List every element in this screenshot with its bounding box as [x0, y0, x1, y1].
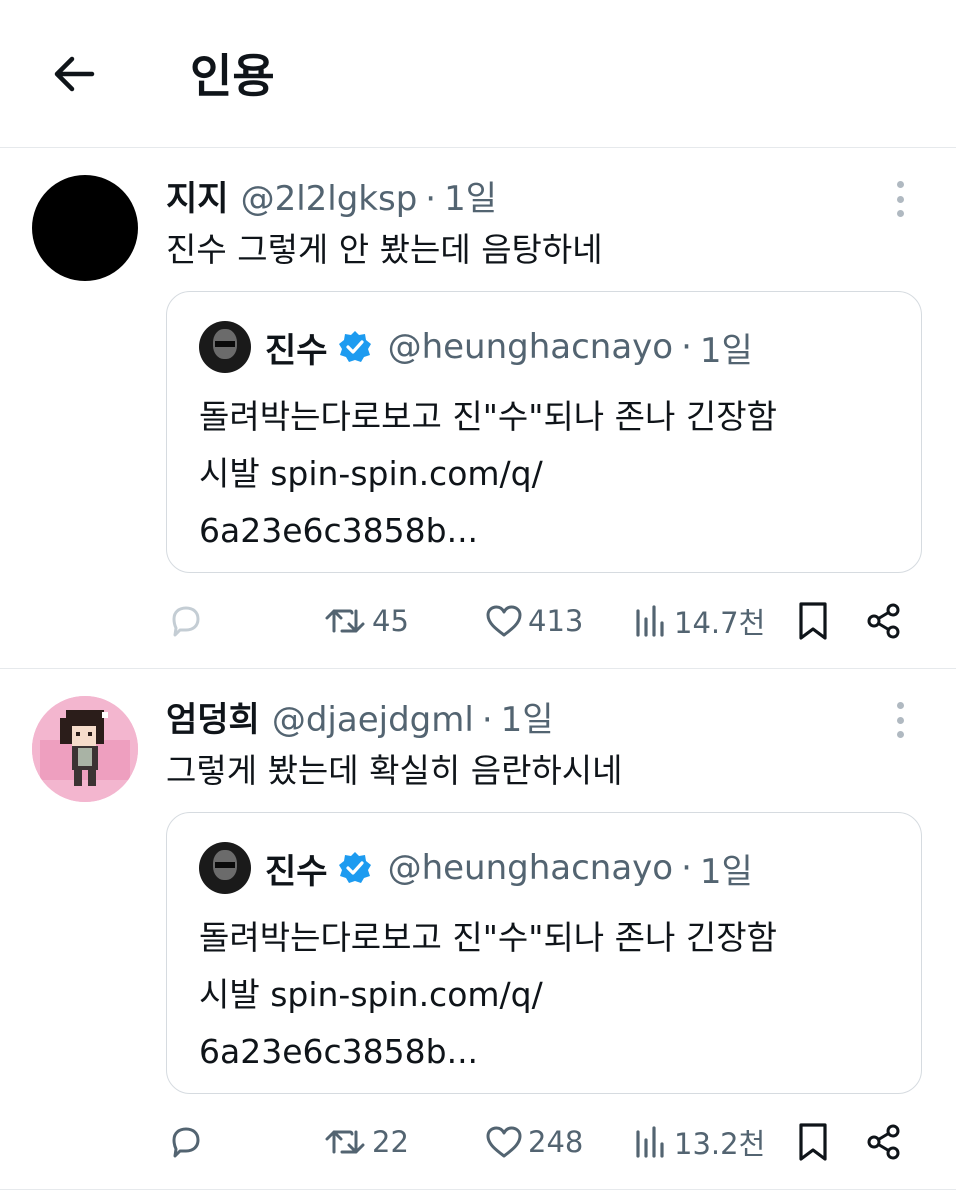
tweet-item[interactable]: 엄덩희 @djaejdgml · 1일 그렇게 봤는데 확실히 음란하시네 진수…	[0, 670, 956, 1190]
retweet-button[interactable]: 45	[324, 601, 409, 641]
quoted-text-line: 6a23e6c3858b...	[199, 1032, 479, 1071]
like-count: 248	[528, 1125, 584, 1159]
verified-badge-icon	[338, 331, 371, 362]
author-handle[interactable]: @2l2lgksp	[241, 179, 418, 219]
reply-button[interactable]	[166, 1122, 206, 1162]
tweet-actions: 45 413 14.7천	[0, 601, 956, 641]
quoted-avatar	[199, 842, 251, 894]
quoted-text-line: 돌려박는다로보고 진"수"되나 존나 긴장함	[199, 397, 777, 436]
separator-dot: ·	[681, 327, 692, 367]
avatar[interactable]	[32, 175, 138, 281]
tweet-text: 그렇게 봤는데 확실히 음란하시네	[166, 751, 623, 790]
timestamp[interactable]: 1일	[444, 171, 497, 220]
quoted-author-name: 진수	[265, 330, 328, 371]
quoted-text-line: 돌려박는다로보고 진"수"되나 존나 긴장함	[199, 918, 777, 957]
page-title: 인용	[190, 49, 275, 103]
more-options-button[interactable]	[890, 702, 910, 738]
views-button[interactable]: 14.7천	[634, 601, 765, 641]
like-heart-icon	[486, 1126, 522, 1158]
pixel-character-icon	[32, 696, 138, 802]
more-dot	[896, 195, 904, 203]
more-dot	[896, 716, 904, 724]
quoted-timestamp: 1일	[699, 851, 753, 892]
separator-dot: ·	[681, 848, 692, 888]
separator-dot: ·	[425, 179, 437, 219]
bookmark-button[interactable]	[796, 1122, 830, 1162]
tweet-meta: 지지 @2l2lgksp · 1일	[166, 171, 497, 219]
reply-icon	[172, 606, 200, 637]
back-arrow-icon	[54, 56, 95, 92]
timestamp[interactable]: 1일	[501, 692, 554, 741]
quoted-text-line: 시발 spin-spin.com/q/	[199, 454, 543, 493]
quoted-tweet-text: 돌려박는다로보고 진"수"되나 존나 긴장함 시발 spin-spin.com/…	[199, 909, 777, 1080]
author-name[interactable]: 지지	[166, 171, 229, 220]
bookmark-icon	[799, 1123, 827, 1161]
like-button[interactable]: 248	[484, 1122, 583, 1162]
more-dots-icon	[896, 702, 904, 709]
more-dot	[896, 731, 904, 738]
retweet-button[interactable]: 22	[324, 1122, 409, 1162]
reply-button[interactable]	[166, 601, 206, 641]
quoted-author-handle: @heunghacnayo	[387, 327, 674, 367]
quoted-text-line: 시발 spin-spin.com/q/	[199, 975, 543, 1014]
author-handle[interactable]: @djaejdgml	[272, 700, 474, 740]
quoted-author-handle: @heunghacnayo	[387, 848, 674, 888]
like-button[interactable]: 413	[484, 601, 583, 641]
quoted-tweet-card[interactable]: 진수 @heunghacnayo · 1일 돌려박는다로보고 진"수"되나 존나…	[166, 812, 922, 1094]
views-count: 13.2천	[674, 1127, 766, 1161]
reply-icon	[172, 1127, 200, 1158]
quoted-tweet-card[interactable]: 진수 @heunghacnayo · 1일 돌려박는다로보고 진"수"되나 존나…	[166, 291, 922, 573]
views-count: 14.7천	[674, 606, 766, 640]
more-options-button[interactable]	[890, 181, 910, 217]
quoted-tweet-text: 돌려박는다로보고 진"수"되나 존나 긴장함 시발 spin-spin.com/…	[199, 388, 777, 559]
views-chart-icon	[636, 605, 664, 637]
quoted-tweet-meta: 진수 @heunghacnayo · 1일	[199, 321, 753, 373]
retweet-icon	[325, 1130, 365, 1154]
author-name[interactable]: 엄덩희	[166, 692, 260, 741]
bookmark-button[interactable]	[796, 601, 830, 641]
tweet-item[interactable]: 지지 @2l2lgksp · 1일 진수 그렇게 안 봤는데 음탕하네 진수 @…	[0, 149, 956, 669]
quoted-avatar	[199, 321, 251, 373]
share-icon	[867, 603, 900, 639]
tweet-actions: 22 248 13.2천	[0, 1122, 956, 1162]
bookmark-icon	[799, 602, 827, 640]
quoted-timestamp: 1일	[699, 330, 753, 371]
more-dots-icon	[896, 181, 904, 188]
retweet-icon	[325, 609, 365, 633]
like-heart-icon	[486, 605, 522, 637]
tweet-text: 진수 그렇게 안 봤는데 음탕하네	[166, 230, 603, 269]
views-chart-icon	[636, 1126, 664, 1158]
verified-badge-icon	[338, 852, 371, 883]
share-button[interactable]	[864, 601, 904, 641]
separator-dot: ·	[481, 700, 493, 740]
avatar[interactable]	[32, 696, 138, 802]
more-dot	[896, 210, 904, 217]
quoted-author-name: 진수	[265, 851, 328, 892]
share-button[interactable]	[864, 1122, 904, 1162]
quoted-text-line: 6a23e6c3858b...	[199, 511, 479, 550]
top-bar: 인용	[0, 0, 956, 148]
back-button[interactable]	[44, 44, 104, 104]
views-button[interactable]: 13.2천	[634, 1122, 765, 1162]
tweet-meta: 엄덩희 @djaejdgml · 1일	[166, 692, 554, 740]
share-icon	[867, 1124, 900, 1160]
quoted-tweet-meta: 진수 @heunghacnayo · 1일	[199, 842, 753, 894]
like-count: 413	[528, 604, 584, 638]
retweet-count: 45	[372, 604, 409, 638]
retweet-count: 22	[372, 1125, 409, 1159]
